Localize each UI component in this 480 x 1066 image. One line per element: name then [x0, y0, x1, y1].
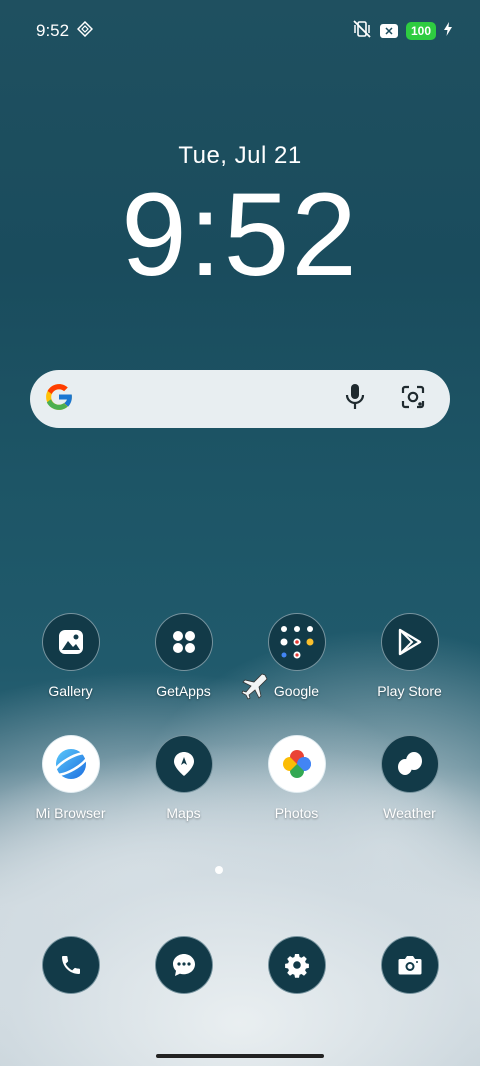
gesture-nav-bar[interactable] — [156, 1054, 324, 1058]
camera-icon — [380, 936, 439, 994]
dock-messages[interactable] — [127, 936, 240, 994]
getapps-icon — [154, 613, 213, 671]
google-g-icon — [42, 380, 76, 419]
app-mi-browser[interactable]: Mi Browser — [14, 735, 127, 821]
nfc-diamond-icon — [77, 20, 94, 42]
app-label: Mi Browser — [35, 805, 106, 821]
gallery-icon — [41, 613, 100, 671]
battery-level: 100 — [405, 22, 436, 40]
mic-icon[interactable] — [344, 383, 366, 416]
dock — [0, 936, 480, 994]
photos-icon — [267, 735, 326, 793]
mi-browser-icon — [41, 735, 100, 793]
app-gallery[interactable]: Gallery — [14, 613, 127, 699]
google-folder-icon — [267, 613, 326, 671]
dock-phone[interactable] — [14, 936, 127, 994]
play-store-icon — [380, 613, 439, 671]
app-label: GetApps — [156, 683, 211, 699]
app-getapps[interactable]: GetApps — [127, 613, 240, 699]
app-play-store[interactable]: Play Store — [353, 613, 466, 699]
app-label: Play Store — [377, 683, 442, 699]
app-label: Photos — [274, 805, 319, 821]
airplane-icon — [240, 672, 270, 707]
clock-time: 9:52 — [121, 169, 359, 301]
status-bar: 9:52 ✕ 100 — [36, 18, 452, 44]
charging-bolt-icon — [444, 21, 452, 41]
google-search-bar[interactable] — [30, 370, 450, 428]
messages-icon — [154, 936, 213, 994]
dock-settings[interactable] — [240, 936, 353, 994]
app-maps[interactable]: Maps — [127, 735, 240, 821]
app-label: Maps — [166, 805, 201, 821]
clock-widget[interactable]: Tue, Jul 21 9:52 — [0, 142, 480, 294]
app-label: Google — [273, 683, 320, 699]
phone-icon — [41, 936, 100, 994]
app-label: Gallery — [48, 683, 93, 699]
app-weather[interactable]: Weather — [353, 735, 466, 821]
close-box-icon: ✕ — [379, 24, 398, 38]
dock-camera[interactable] — [353, 936, 466, 994]
maps-icon — [154, 735, 213, 793]
weather-icon — [380, 735, 439, 793]
settings-icon — [267, 936, 326, 994]
lens-icon[interactable] — [400, 384, 426, 415]
status-time: 9:52 — [36, 21, 70, 40]
app-row-2: Mi Browser Maps Photos Weather — [0, 735, 480, 821]
clock-date: Tue, Jul 21 — [178, 142, 302, 169]
page-indicator — [215, 866, 223, 874]
vibrate-off-icon — [352, 19, 372, 43]
app-label: Weather — [383, 805, 436, 821]
app-photos[interactable]: Photos — [240, 735, 353, 821]
